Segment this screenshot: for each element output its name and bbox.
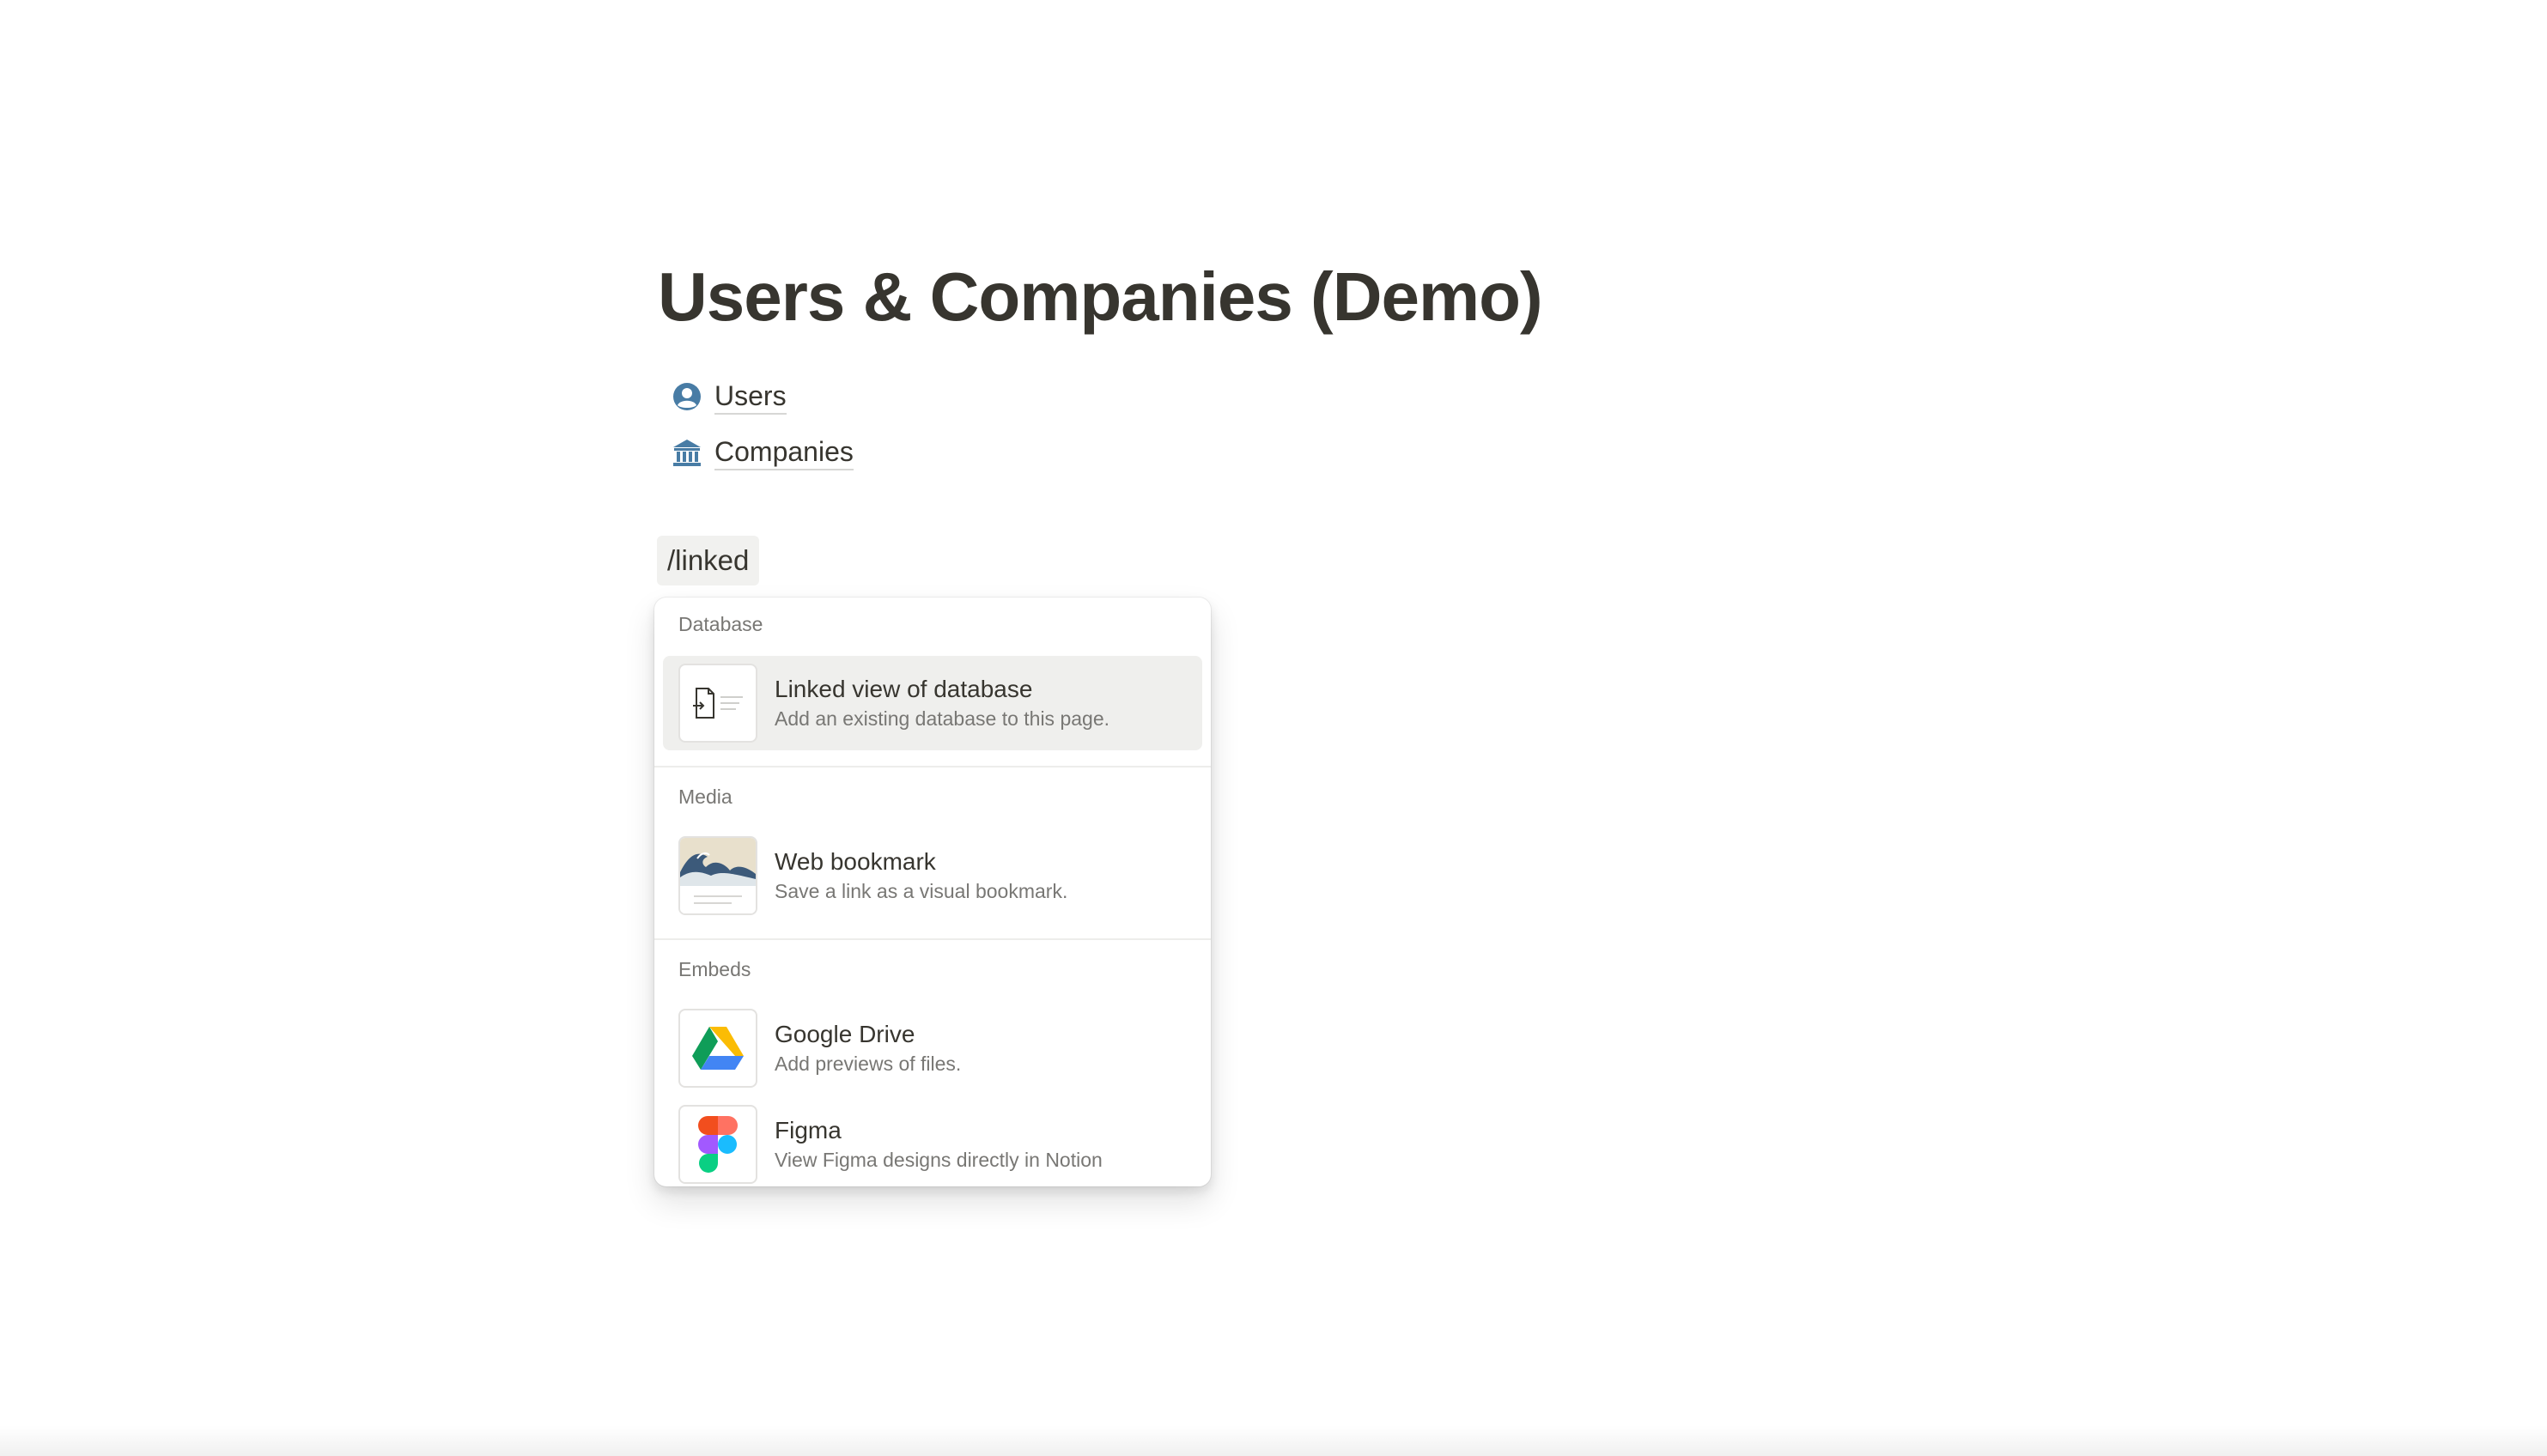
- user-circle-icon: [670, 379, 704, 414]
- linked-database-icon: [678, 664, 757, 743]
- figma-icon: [678, 1105, 757, 1184]
- menu-item-title: Web bookmark: [775, 848, 936, 875]
- menu-item-linked-view-of-database[interactable]: Linked view of database Add an existing …: [663, 656, 1202, 750]
- page-link-companies[interactable]: Companies: [670, 431, 854, 474]
- section-header-embeds: Embeds: [678, 958, 751, 980]
- page-link-label: Users: [714, 379, 787, 415]
- menu-item-description: Add previews of files.: [775, 1053, 962, 1075]
- google-drive-icon: [678, 1009, 757, 1088]
- menu-item-figma[interactable]: Figma View Figma designs directly in Not…: [663, 1097, 1202, 1186]
- bank-building-icon: [670, 435, 704, 470]
- menu-item-title: Figma: [775, 1117, 842, 1144]
- menu-item-title: Google Drive: [775, 1021, 915, 1047]
- menu-item-web-bookmark[interactable]: Web bookmark Save a link as a visual boo…: [663, 828, 1202, 923]
- menu-divider: [654, 938, 1211, 940]
- page-title[interactable]: Users & Companies (Demo): [658, 258, 1543, 337]
- section-header-database: Database: [678, 613, 763, 635]
- menu-divider: [654, 766, 1211, 767]
- notion-page: Users & Companies (Demo) Users Companies: [0, 0, 2547, 1456]
- menu-item-google-drive[interactable]: Google Drive Add previews of files.: [663, 1001, 1202, 1095]
- page-link-label: Companies: [714, 434, 854, 470]
- slash-command-input[interactable]: /linked: [657, 536, 760, 585]
- bottom-edge-shadow: [0, 1425, 2547, 1456]
- menu-item-description: View Figma designs directly in Notion: [775, 1149, 1103, 1171]
- menu-item-description: Add an existing database to this page.: [775, 707, 1110, 730]
- page-link-users[interactable]: Users: [670, 375, 787, 418]
- menu-item-title: Linked view of database: [775, 676, 1033, 702]
- slash-command-menu: Database Linked view of database Add an …: [654, 598, 1211, 1186]
- menu-item-description: Save a link as a visual bookmark.: [775, 880, 1068, 902]
- web-bookmark-icon: [678, 836, 757, 915]
- section-header-media: Media: [678, 786, 732, 808]
